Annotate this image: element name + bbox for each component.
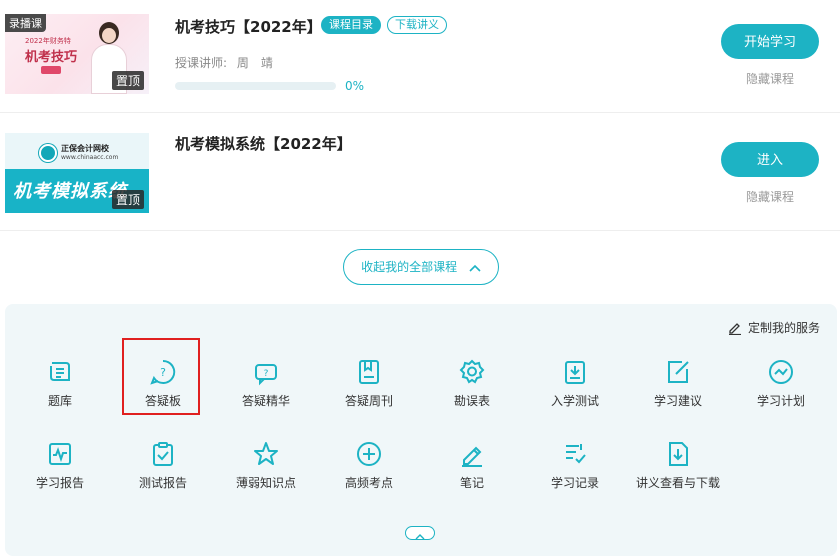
course-title[interactable]: 机考技巧【2022年】	[175, 16, 322, 37]
star-icon	[254, 442, 278, 465]
chevron-up-icon	[415, 534, 425, 540]
progress-bar	[175, 82, 336, 90]
chevron-up-icon	[469, 251, 481, 285]
plus-circle-icon	[357, 442, 381, 466]
service-label: 高频考点	[344, 476, 393, 490]
service-label: 勘误表	[453, 394, 490, 408]
service-label: 讲义查看与下载	[635, 476, 720, 490]
services-panel: 定制我的服务 题库 ? 答疑板 ? 答疑精华 答疑周刊 勘误表 入学测试 学习建…	[5, 304, 837, 556]
course-row: 录播课 2022年财务特 机考技巧 置顶 机考技巧【2022年】 课程目录 下载…	[0, 0, 840, 113]
school-name: 正保会计网校	[61, 144, 109, 153]
service-label: 学习记录	[550, 476, 599, 490]
recorded-tag: 录播课	[5, 14, 46, 32]
panel-collapse-toggle[interactable]	[405, 526, 435, 540]
course-thumbnail[interactable]: 录播课 2022年财务特 机考技巧 置顶	[5, 14, 149, 94]
service-label: 测试报告	[138, 476, 187, 490]
course-title[interactable]: 机考模拟系统【2022年】	[175, 133, 352, 154]
service-item[interactable]: 测试报告	[117, 440, 209, 508]
course-row: 正保会计网校 www.chinaacc.com 机考模拟系统 置顶 机考模拟系统…	[0, 114, 840, 231]
teacher-info: 授课讲师: 周 靖	[175, 54, 273, 71]
list-check-icon	[566, 444, 586, 464]
clipboard-check-icon	[153, 442, 173, 466]
service-item[interactable]: 学习报告	[14, 440, 106, 508]
hide-course-link[interactable]: 隐藏课程	[721, 70, 819, 87]
service-item[interactable]: 入学测试	[529, 358, 621, 426]
thumbnail-badge	[41, 66, 61, 74]
pencil-note-icon	[462, 446, 482, 467]
collapse-courses-button[interactable]: 收起我的全部课程	[343, 249, 499, 285]
course-thumbnail[interactable]: 正保会计网校 www.chinaacc.com 机考模拟系统 置顶	[5, 133, 149, 213]
service-label: 答疑周刊	[344, 394, 393, 408]
edit-icon	[728, 323, 741, 336]
school-url: www.chinaacc.com	[61, 154, 119, 161]
thumbnail-title: 机考模拟系统	[13, 181, 127, 202]
service-item[interactable]: 薄弱知识点	[220, 440, 312, 508]
highlight-box	[122, 338, 200, 415]
download-handout-tag[interactable]: 下载讲义	[387, 16, 447, 34]
service-label: 学习报告	[35, 476, 84, 490]
teacher-name: 周 靖	[236, 56, 273, 70]
clipboard-download-icon	[565, 361, 585, 384]
service-item[interactable]: 勘误表	[426, 358, 518, 426]
service-item[interactable]: 学习计划	[735, 358, 827, 426]
course-catalog-tag[interactable]: 课程目录	[321, 16, 381, 34]
service-item[interactable]: 答疑周刊	[323, 358, 415, 426]
book-bookmark-icon	[359, 360, 379, 384]
chart-screen-icon	[49, 443, 71, 465]
service-item[interactable]: 学习建议	[632, 358, 724, 426]
thumbnail-title: 机考技巧	[25, 50, 78, 65]
service-label: 题库	[47, 394, 72, 408]
start-learning-button[interactable]: 开始学习	[721, 24, 819, 59]
collapse-label: 收起我的全部课程	[361, 260, 458, 274]
customize-services-link[interactable]: 定制我的服务	[728, 319, 820, 336]
service-item[interactable]: 笔记	[426, 440, 518, 508]
edit-square-icon	[668, 361, 689, 383]
gear-icon	[459, 359, 485, 384]
thumbnail-subtitle: 2022年财务特	[25, 37, 71, 45]
customize-label: 定制我的服务	[747, 321, 820, 335]
service-label: 薄弱知识点	[235, 476, 296, 490]
service-label: 答疑精华	[241, 394, 290, 408]
service-label: 学习计划	[756, 394, 805, 408]
file-download-icon	[669, 442, 688, 466]
trend-circle-icon	[769, 360, 793, 384]
progress-text: 0%	[345, 79, 365, 93]
pin-badge[interactable]: 置顶	[111, 71, 144, 90]
service-label: 学习建议	[653, 394, 702, 408]
scroll-icon	[50, 362, 70, 381]
school-logo-icon	[39, 144, 57, 162]
service-label: 入学测试	[550, 394, 599, 408]
service-label: 笔记	[459, 476, 484, 490]
service-item[interactable]: ? 答疑精华	[220, 358, 312, 426]
service-item[interactable]: 高频考点	[323, 440, 415, 508]
hide-course-link[interactable]: 隐藏课程	[721, 188, 819, 205]
service-item[interactable]: 题库	[14, 358, 106, 426]
teacher-label: 授课讲师:	[175, 56, 228, 70]
svg-text:?: ?	[264, 369, 269, 379]
chat-question-icon: ?	[255, 364, 277, 386]
enter-button[interactable]: 进入	[721, 142, 819, 177]
pin-badge[interactable]: 置顶	[111, 190, 144, 209]
service-item[interactable]: 学习记录	[529, 440, 621, 508]
service-item[interactable]: 讲义查看与下载	[632, 440, 724, 508]
